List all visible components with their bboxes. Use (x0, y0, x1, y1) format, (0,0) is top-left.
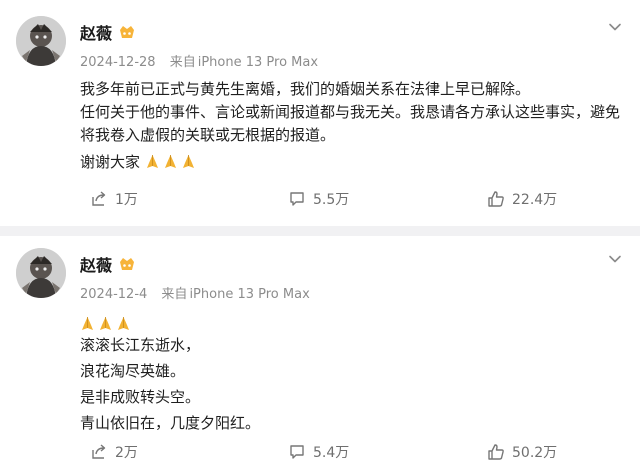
post-line: 谢谢大家 (80, 153, 141, 171)
share-button[interactable]: 2万 (90, 442, 138, 462)
post-date[interactable]: 2024-12-4 (80, 287, 147, 302)
post-line: 浪花淘尽英雄。 (80, 362, 186, 380)
pray-emoji (181, 153, 196, 168)
comment-count: 5.4万 (313, 445, 350, 461)
post-actions: 2万 5.4万 50.2万 (0, 437, 640, 467)
comment-count: 5.5万 (313, 192, 350, 208)
author-name[interactable]: 赵薇 (80, 252, 136, 276)
comment-button[interactable]: 5.4万 (288, 442, 349, 462)
pray-emoji (98, 316, 113, 331)
like-button[interactable]: 50.2万 (487, 442, 557, 462)
comment-button[interactable]: 5.5万 (288, 189, 349, 209)
emoji-row (80, 314, 134, 333)
pray-emoji (163, 153, 178, 168)
pray-emoji (116, 316, 131, 331)
like-icon (488, 444, 504, 460)
chevron-down-icon[interactable] (604, 16, 626, 38)
source-device: iPhone 13 Pro Max (197, 55, 319, 70)
post-meta: 2024-12-4 来自 iPhone 13 Pro Max (80, 283, 310, 302)
post-line-with-emoji: 谢谢大家 (80, 151, 628, 174)
vip-badge-icon (118, 256, 136, 272)
avatar[interactable] (16, 16, 66, 66)
vip-badge-icon (118, 24, 136, 40)
author-name[interactable]: 赵薇 (80, 20, 136, 44)
post-line: 是非成败转头空。 (80, 388, 201, 406)
weibo-post-card: 赵薇 2024-12-28 来自 iPhone 13 Pro Max 我多年前已正… (0, 0, 640, 226)
source-device: iPhone 13 Pro Max (189, 287, 310, 302)
comment-icon (290, 192, 304, 206)
post-meta: 2024-12-28 来自 iPhone 13 Pro Max (80, 51, 318, 70)
source-prefix: 来自 (161, 287, 188, 302)
share-icon (92, 444, 106, 459)
post-line: 滚滚长江东逝水， (80, 336, 201, 354)
like-icon (488, 191, 504, 207)
like-count: 50.2万 (512, 445, 558, 461)
pray-emoji (145, 153, 160, 168)
post-line: 将我卷入虚假的关联或无根据的报道。 (80, 126, 336, 144)
avatar[interactable] (16, 248, 66, 298)
source-prefix: 来自 (169, 55, 196, 70)
pray-emoji (80, 316, 95, 331)
share-icon (92, 191, 106, 206)
post-line: 任何关于他的事件、言论或新闻报道都与我无关。我恳请各方承认这些事实，避免 (80, 103, 621, 121)
like-button[interactable]: 22.4万 (487, 189, 557, 209)
post-line: 青山依旧在，几度夕阳红。 (80, 414, 261, 432)
author-name-text[interactable]: 赵薇 (80, 20, 112, 44)
author-name-text[interactable]: 赵薇 (80, 252, 112, 276)
post-body: 我多年前已正式与黄先生离婚，我们的婚姻关系在法律上早已解除。 任何关于他的事件、… (80, 78, 628, 174)
post-line: 我多年前已正式与黄先生离婚，我们的婚姻关系在法律上早已解除。 (80, 80, 531, 98)
post-date[interactable]: 2024-12-28 (80, 55, 156, 70)
post-actions: 1万 5.5万 22.4万 (0, 184, 640, 214)
share-count: 2万 (115, 445, 138, 461)
post-body: 滚滚长江东逝水， 浪花淘尽英雄。 是非成败转头空。 青山依旧在，几度夕阳红。 (80, 332, 628, 436)
chevron-down-icon[interactable] (604, 248, 626, 270)
share-count: 1万 (115, 192, 138, 208)
share-button[interactable]: 1万 (90, 189, 138, 209)
like-count: 22.4万 (512, 192, 558, 208)
comment-icon (290, 445, 304, 459)
weibo-post-card: 赵薇 2024-12-4 来自 iPhone 13 Pro Max 滚滚长江东逝水… (0, 236, 640, 471)
